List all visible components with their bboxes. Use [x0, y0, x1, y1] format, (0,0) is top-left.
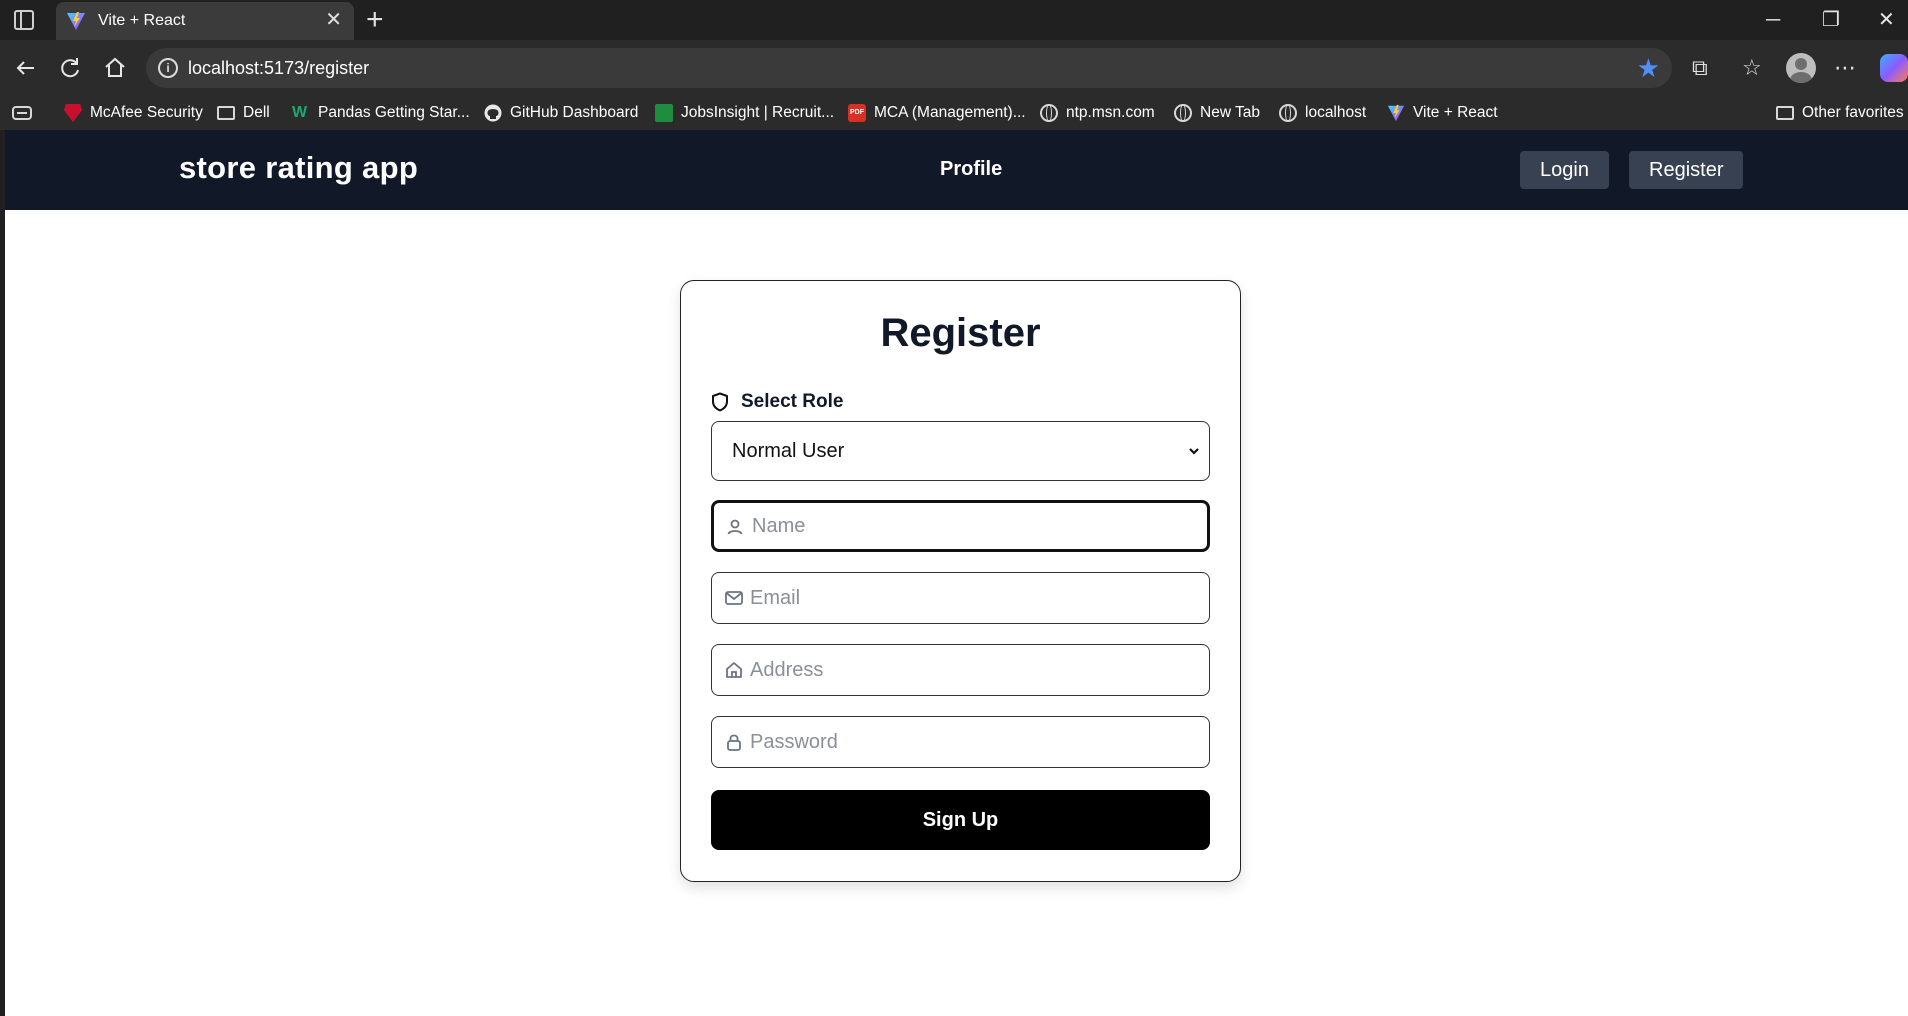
globe-icon [1174, 104, 1192, 122]
role-select-value: Normal User [732, 440, 845, 462]
chevron-down-icon [1189, 448, 1199, 455]
pandas-icon: W [292, 104, 308, 121]
bookmark-label: Vite + React [1413, 104, 1498, 121]
app-navbar: store rating app Profile Login Register [5, 130, 1908, 210]
tab-close-icon[interactable]: ✕ [325, 9, 342, 31]
vite-icon [1387, 104, 1405, 122]
bookmark-new-tab[interactable]: New Tab [1174, 101, 1260, 125]
browser-tab[interactable]: Vite + React ✕ [56, 2, 354, 40]
page-viewport: store rating app Profile Login Register … [0, 130, 1908, 1016]
role-label: Select Role [711, 391, 843, 413]
home-icon [726, 662, 742, 678]
register-card: Register Select Role Normal User Name Em… [680, 280, 1241, 882]
bookmark-localhost[interactable]: localhost [1279, 101, 1366, 125]
browser-toolbar: i localhost:5173/register ★ ⧉ ☆ ⋯ [0, 40, 1908, 96]
lock-icon [727, 734, 741, 751]
bookmark-label: localhost [1305, 104, 1367, 121]
refresh-icon[interactable] [56, 54, 84, 82]
extensions-icon[interactable]: ⧉ [1692, 54, 1708, 82]
github-icon [484, 104, 502, 122]
nav-profile-link[interactable]: Profile [940, 158, 1002, 181]
nav-login-button[interactable]: Login [1520, 151, 1609, 189]
bookmark-label: McAfee Security [90, 104, 203, 121]
bookmark-label: Other favorites [1802, 104, 1904, 121]
copilot-icon[interactable] [1880, 54, 1908, 82]
bookmarks-bar: McAfee Security Dell W Pandas Getting St… [0, 96, 1908, 130]
role-select[interactable]: Normal User [711, 421, 1210, 481]
bookmark-mcafee[interactable]: McAfee Security [64, 101, 203, 125]
bookmark-ntp-msn[interactable]: ntp.msn.com [1040, 101, 1155, 125]
bookmark-jobsinsight[interactable]: JobsInsight | Recruit... [655, 101, 834, 125]
tab-title: Vite + React [98, 12, 186, 29]
jobsinsight-icon [655, 104, 673, 122]
password-field[interactable] [711, 716, 1210, 768]
globe-icon [1040, 104, 1058, 122]
site-info-icon[interactable]: i [158, 58, 178, 78]
brand-title[interactable]: store rating app [179, 150, 418, 186]
minimize-icon[interactable]: ─ [1766, 8, 1780, 32]
window-close-icon[interactable]: ✕ [1878, 8, 1895, 32]
email-input[interactable] [750, 573, 1190, 623]
bookmark-label: JobsInsight | Recruit... [681, 104, 835, 121]
mcafee-icon [64, 104, 82, 122]
bookmark-label: ntp.msn.com [1066, 104, 1155, 121]
home-icon[interactable] [101, 54, 129, 82]
folder-icon [217, 106, 235, 120]
favorites-icon[interactable]: ☆ [1742, 54, 1762, 82]
tab-actions-icon[interactable] [14, 10, 34, 30]
folder-icon [1776, 106, 1794, 120]
more-options-icon[interactable]: ⋯ [1834, 54, 1856, 82]
globe-icon [1279, 104, 1297, 122]
shield-icon [712, 392, 728, 412]
bookmark-pandas[interactable]: W Pandas Getting Star... [292, 101, 470, 125]
sign-up-button[interactable]: Sign Up [711, 790, 1210, 850]
browser-tab-bar: Vite + React ✕ + ─ ❐ ✕ [0, 0, 1908, 40]
address-field[interactable] [711, 644, 1210, 696]
favorite-star-icon[interactable]: ★ [1637, 54, 1660, 82]
bookmark-github[interactable]: GitHub Dashboard [484, 101, 638, 125]
bookmark-label: GitHub Dashboard [510, 104, 639, 121]
address-bar[interactable]: i localhost:5173/register ★ [146, 48, 1672, 88]
bookmark-mca[interactable]: PDF MCA (Management)... [848, 101, 1026, 125]
mail-icon [725, 591, 743, 605]
name-input[interactable] [752, 503, 1192, 549]
reading-view-icon[interactable] [12, 105, 32, 121]
name-field[interactable] [711, 500, 1210, 552]
bookmark-label: MCA (Management)... [874, 104, 1026, 121]
user-icon [727, 519, 743, 535]
password-input[interactable] [750, 717, 1190, 767]
nav-register-button[interactable]: Register [1629, 151, 1744, 189]
bookmark-label: Dell [243, 104, 270, 121]
bookmark-vite-react[interactable]: Vite + React [1387, 101, 1498, 125]
url-text[interactable]: localhost:5173/register [188, 58, 369, 79]
address-input[interactable] [750, 645, 1190, 695]
email-field[interactable] [711, 572, 1210, 624]
role-label-text: Select Role [741, 391, 844, 412]
bookmark-label: Pandas Getting Star... [318, 104, 470, 121]
bookmark-dell[interactable]: Dell [217, 101, 270, 125]
vite-favicon-icon [67, 12, 85, 30]
restore-icon[interactable]: ❐ [1822, 8, 1840, 32]
profile-avatar-icon[interactable] [1786, 53, 1816, 83]
register-title: Register [880, 311, 1041, 355]
new-tab-icon[interactable]: + [366, 4, 384, 36]
pdf-icon: PDF [848, 104, 866, 122]
bookmark-label: New Tab [1200, 104, 1261, 121]
back-icon[interactable] [12, 54, 40, 82]
bookmark-other-favorites[interactable]: Other favorites [1776, 101, 1904, 125]
